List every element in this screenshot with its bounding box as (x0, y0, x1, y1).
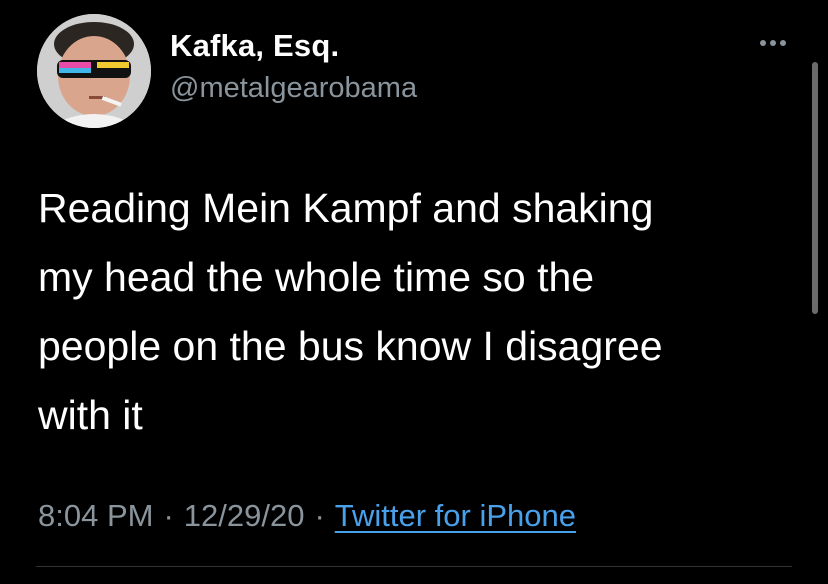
divider (36, 566, 792, 567)
tweet-text-line: people on the bus know I disagree (38, 323, 663, 369)
tweet-text: Reading Mein Kampf and shaking my head t… (38, 174, 778, 450)
tweet-time[interactable]: 8:04 PM (38, 498, 153, 533)
meta-separator: · (163, 498, 174, 533)
more-options-button[interactable] (748, 30, 798, 56)
tweet-date[interactable]: 12/29/20 (184, 498, 305, 533)
user-handle[interactable]: @metalgearobama (170, 72, 417, 105)
scrollbar[interactable] (812, 62, 818, 314)
profile-avatar[interactable] (37, 14, 151, 128)
tweet-card: Kafka, Esq. @metalgearobama Reading Mein… (0, 0, 828, 584)
display-name[interactable]: Kafka, Esq. (170, 28, 339, 64)
avatar-image (37, 14, 151, 128)
tweet-text-line: with it (38, 392, 143, 438)
tweet-text-line: my head the whole time so the (38, 254, 595, 300)
tweet-source-link[interactable]: Twitter for iPhone (335, 498, 576, 533)
tweet-text-line: Reading Mein Kampf and shaking (38, 185, 654, 231)
tweet-metadata: 8:04 PM · 12/29/20 · Twitter for iPhone (38, 498, 576, 534)
more-options-icon (760, 40, 786, 46)
meta-separator: · (314, 498, 325, 533)
